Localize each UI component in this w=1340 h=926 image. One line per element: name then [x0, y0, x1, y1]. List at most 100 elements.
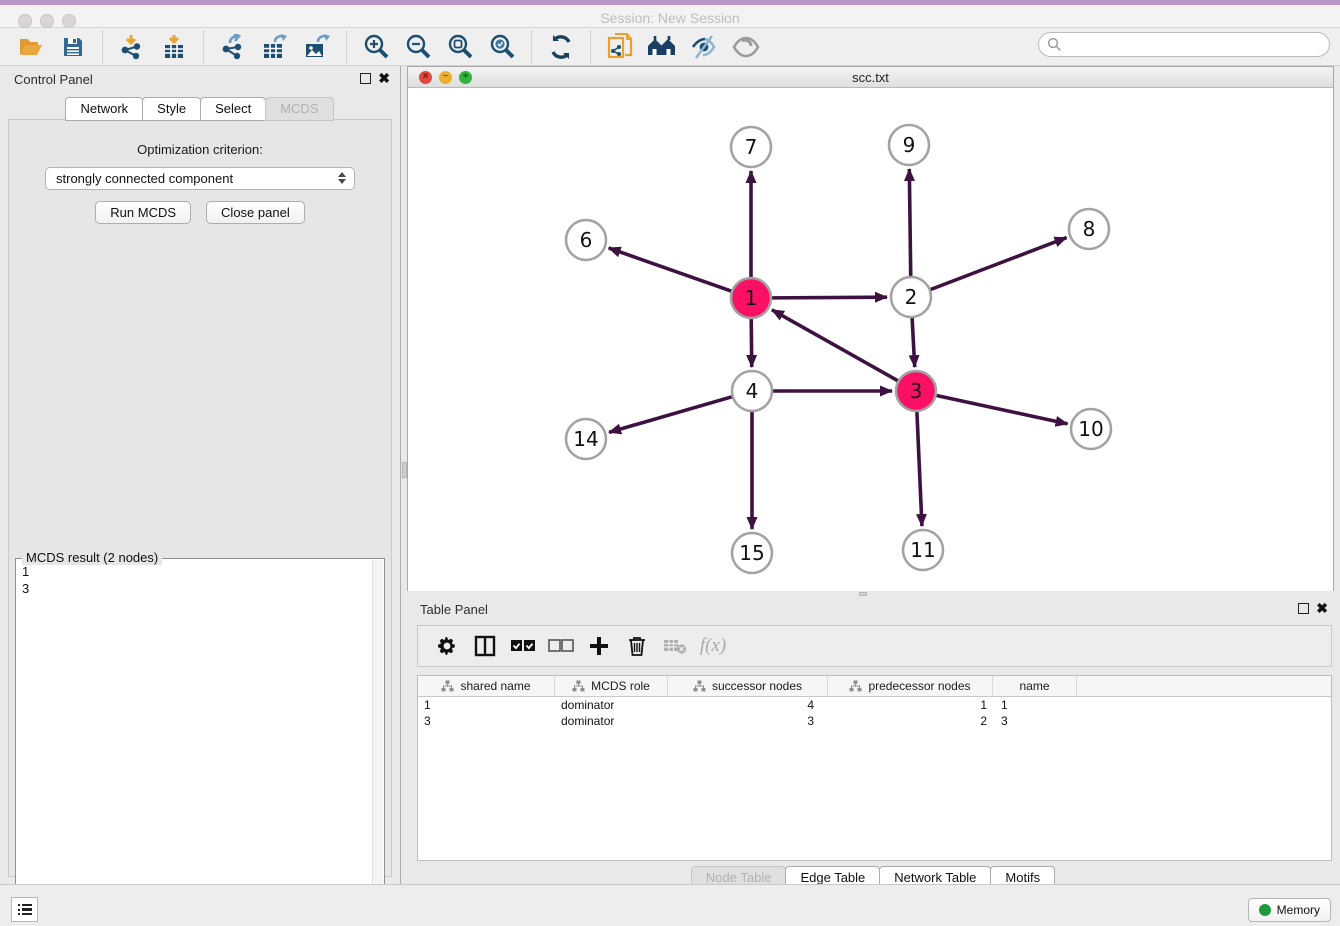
run-mcds-button[interactable]: Run MCDS	[95, 201, 191, 224]
search-icon	[1047, 37, 1062, 52]
mcds-result-text[interactable]: 1 3	[18, 563, 370, 926]
node-9[interactable]: 9	[889, 125, 929, 165]
show-graphics-details-icon[interactable]	[728, 32, 764, 62]
node-label: 6	[580, 228, 593, 252]
export-image-icon[interactable]	[299, 32, 335, 62]
node-10[interactable]: 10	[1071, 409, 1111, 449]
home-icon[interactable]	[644, 32, 680, 62]
float-panel-icon[interactable]	[360, 73, 371, 84]
network-canvas[interactable]: 7 9 6 8 1 2 4 3 14 10 15 11	[408, 89, 1333, 591]
table-row[interactable]: 1dominator411	[418, 697, 1331, 713]
column-header-MCDS-role[interactable]: MCDS role	[555, 676, 668, 696]
import-table-icon[interactable]	[156, 32, 192, 62]
node-1[interactable]: 1	[731, 278, 771, 318]
node-label: 7	[745, 135, 758, 159]
control-panel: Control Panel ✖ NetworkStyleSelectMCDS O…	[0, 66, 400, 884]
table-cell[interactable]: 4	[668, 697, 828, 713]
edge-4-14[interactable]	[609, 397, 732, 433]
task-history-button[interactable]	[11, 897, 38, 922]
delete-table-icon[interactable]	[660, 631, 690, 661]
deselect-all-icon[interactable]	[546, 631, 576, 661]
memory-button[interactable]: Memory	[1248, 898, 1331, 922]
tab-network[interactable]: Network	[65, 97, 143, 121]
table-cell[interactable]: dominator	[555, 697, 668, 713]
column-header-name[interactable]: name	[993, 676, 1077, 696]
node-3[interactable]: 3	[896, 371, 936, 411]
tab-style[interactable]: Style	[142, 97, 201, 121]
table-cell[interactable]: 3	[668, 713, 828, 729]
close-panel-button[interactable]: Close panel	[206, 201, 305, 224]
table-toolbar: f(x)	[417, 625, 1332, 667]
edge-2-8[interactable]	[931, 238, 1067, 290]
table-cell[interactable]: 3	[993, 713, 1077, 729]
column-header-successor-nodes[interactable]: successor nodes	[668, 676, 828, 696]
node-6[interactable]: 6	[566, 220, 606, 260]
mcds-result-box: MCDS result (2 nodes) 1 3	[15, 558, 385, 926]
function-builder-icon[interactable]: f(x)	[698, 631, 728, 661]
node-label: 11	[910, 538, 935, 562]
node-2[interactable]: 2	[891, 277, 931, 317]
column-header-predecessor-nodes[interactable]: predecessor nodes	[828, 676, 993, 696]
show-columns-icon[interactable]	[470, 631, 500, 661]
node-15[interactable]: 15	[732, 533, 772, 573]
open-file-icon[interactable]	[13, 32, 49, 62]
table-panel-title: Table Panel	[420, 602, 488, 617]
float-panel-icon[interactable]	[1298, 603, 1309, 614]
titlebar[interactable]: Session: New Session	[0, 5, 1340, 28]
zoom-out-icon[interactable]	[400, 32, 436, 62]
table-cell[interactable]: 2	[828, 713, 993, 729]
edge-3-11[interactable]	[917, 412, 922, 526]
edge-1-6[interactable]	[609, 248, 732, 291]
table-cell[interactable]: 1	[828, 697, 993, 713]
node-11[interactable]: 11	[903, 530, 943, 570]
node-8[interactable]: 8	[1069, 209, 1109, 249]
table-cell[interactable]: 3	[418, 713, 555, 729]
tab-select[interactable]: Select	[200, 97, 266, 121]
hide-graphics-details-icon[interactable]	[686, 32, 722, 62]
select-all-icon[interactable]	[508, 631, 538, 661]
close-panel-icon[interactable]: ✖	[1316, 601, 1328, 615]
column-header-shared-name[interactable]: shared name	[418, 676, 555, 696]
export-network-icon[interactable]	[215, 32, 251, 62]
hierarchy-icon	[693, 680, 706, 692]
clone-network-icon[interactable]	[602, 32, 638, 62]
edge-1-2[interactable]	[772, 297, 887, 298]
edge-3-1[interactable]	[772, 310, 898, 381]
edge-2-9[interactable]	[909, 169, 910, 276]
edge-2-3[interactable]	[912, 318, 915, 367]
close-panel-icon[interactable]: ✖	[378, 71, 390, 85]
node-4[interactable]: 4	[732, 371, 772, 411]
vertical-splitter[interactable]	[400, 66, 407, 884]
add-row-icon[interactable]	[584, 631, 614, 661]
network-graph[interactable]: 7 9 6 8 1 2 4 3 14 10 15 11	[408, 89, 1333, 591]
edge-1-4[interactable]	[751, 319, 752, 367]
memory-status-icon	[1259, 904, 1271, 916]
node-table: shared nameMCDS rolesuccessor nodesprede…	[417, 675, 1332, 861]
mcds-panel: Optimization criterion: strongly connect…	[8, 119, 392, 877]
table-cell[interactable]: 1	[418, 697, 555, 713]
network-window-titlebar[interactable]: × − + scc.txt	[408, 67, 1333, 88]
node-14[interactable]: 14	[566, 419, 606, 459]
zoom-in-icon[interactable]	[358, 32, 394, 62]
settings-icon[interactable]	[432, 631, 462, 661]
node-label: 1	[745, 286, 758, 310]
hierarchy-icon	[572, 680, 585, 692]
splitter-grip[interactable]	[859, 592, 867, 596]
delete-row-icon[interactable]	[622, 631, 652, 661]
criterion-select[interactable]: strongly connected component	[45, 167, 355, 190]
import-network-icon[interactable]	[114, 32, 150, 62]
apply-layout-icon[interactable]	[543, 32, 579, 62]
zoom-selected-icon[interactable]	[484, 32, 520, 62]
search-input[interactable]	[1038, 32, 1330, 57]
node-7[interactable]: 7	[731, 127, 771, 167]
export-table-icon[interactable]	[257, 32, 293, 62]
zoom-fit-icon[interactable]	[442, 32, 478, 62]
save-session-icon[interactable]	[55, 32, 91, 62]
edge-3-10[interactable]	[937, 395, 1068, 423]
table-cell[interactable]: dominator	[555, 713, 668, 729]
tab-mcds[interactable]: MCDS	[265, 97, 333, 121]
table-row[interactable]: 3dominator323	[418, 713, 1331, 729]
mcds-result-scrollbar[interactable]	[372, 560, 383, 926]
table-header: shared nameMCDS rolesuccessor nodesprede…	[418, 676, 1331, 697]
table-cell[interactable]: 1	[993, 697, 1077, 713]
